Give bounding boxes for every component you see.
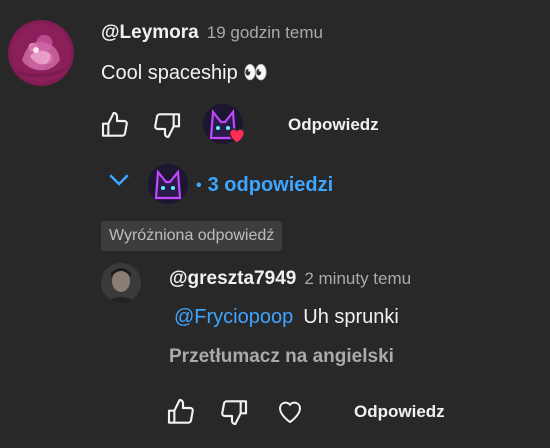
reply-heart-button[interactable]	[273, 395, 307, 429]
thumbs-up-icon	[101, 111, 128, 137]
chevron-down-icon	[109, 174, 129, 186]
reply-body: Uh sprunki	[303, 306, 399, 328]
highlighted-reply-badge: Wyróżniona odpowiedź	[101, 221, 283, 251]
replies-count[interactable]: • 3 odpowiedzi	[196, 174, 333, 197]
reply-button[interactable]: Odpowiedz	[288, 115, 379, 135]
replies-separator: •	[196, 176, 202, 194]
dislike-button[interactable]	[150, 108, 184, 142]
reply-like-button[interactable]	[164, 395, 198, 429]
reply-reply-button[interactable]: Odpowiedz	[354, 402, 445, 422]
thumbs-up-icon	[167, 398, 194, 424]
translate-link[interactable]: Przetłumacz na angielski	[169, 346, 394, 368]
commenter-avatar[interactable]	[8, 20, 74, 86]
thumbs-down-icon	[154, 113, 181, 139]
comment-text: Cool spaceship 👀	[101, 62, 269, 84]
reply-author[interactable]: @greszta7949	[169, 268, 296, 290]
heart-outline-icon	[278, 401, 302, 424]
reply-header: @greszta7949 2 minuty temu	[169, 268, 411, 290]
reply-author-avatar[interactable]	[101, 263, 141, 303]
like-button[interactable]	[98, 108, 132, 142]
creator-avatar	[148, 164, 188, 204]
reply-dislike-button[interactable]	[217, 395, 251, 429]
heart-icon	[226, 124, 248, 146]
reply-mention[interactable]: @Fryciopoop	[174, 306, 293, 329]
thumbs-down-icon	[221, 400, 248, 426]
comment-header: @Leymora 19 godzin temu	[101, 22, 323, 44]
replies-toggle[interactable]	[104, 164, 134, 194]
reply-text: @Fryciopoop Uh sprunki	[174, 306, 399, 329]
replies-count-label[interactable]: 3 odpowiedzi	[208, 174, 334, 197]
comment-timestamp[interactable]: 19 godzin temu	[207, 23, 323, 43]
comment-author[interactable]: @Leymora	[101, 22, 199, 44]
reply-timestamp[interactable]: 2 minuty temu	[304, 269, 411, 289]
